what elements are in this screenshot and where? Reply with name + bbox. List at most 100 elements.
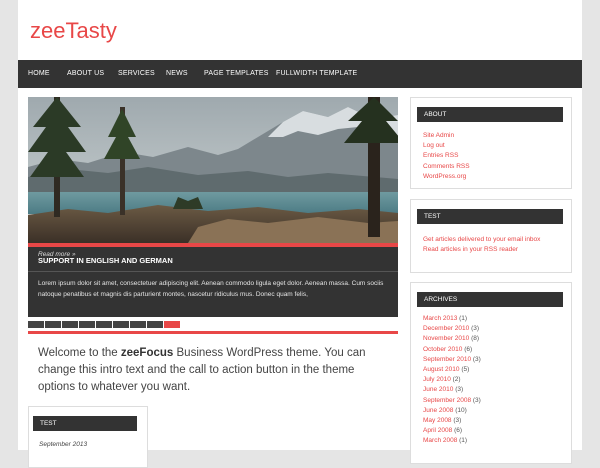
archive-item[interactable]: May 2008 (3) (423, 416, 481, 426)
nav-item-fullwidth-template[interactable]: FULLWIDTH TEMPLATE (276, 60, 357, 88)
subscribe-link[interactable]: Get articles delivered to your email inb… (423, 235, 540, 245)
archive-post-count: (3) (455, 386, 464, 394)
main-navigation: HOME ABOUT US SERVICES NEWS PAGE TEMPLAT… (18, 60, 582, 88)
archive-item[interactable]: April 2008 (6) (423, 426, 481, 436)
about-link[interactable]: Comments RSS (423, 162, 470, 172)
archive-post-count: (3) (453, 417, 462, 425)
archive-month-link[interactable]: April 2008 (423, 427, 452, 434)
archive-post-count: (5) (461, 366, 470, 374)
subscribe-links-list: Get articles delivered to your email inb… (423, 235, 540, 255)
link-site-admin[interactable]: Site Admin (423, 132, 454, 139)
slider-landscape-image[interactable] (28, 97, 398, 243)
archive-item[interactable]: September 2010 (3) (423, 355, 481, 365)
archive-item[interactable]: December 2010 (3) (423, 324, 481, 334)
archive-post-count: (6) (454, 427, 463, 435)
archive-item[interactable]: November 2010 (8) (423, 334, 481, 344)
test-widget-sidebar: TEST Get articles delivered to your emai… (410, 199, 572, 273)
slider-pager-dot[interactable] (113, 321, 129, 328)
archive-month-link[interactable]: June 2008 (423, 407, 453, 414)
archive-month-link[interactable]: September 2008 (423, 397, 471, 404)
archive-month-link[interactable]: March 2008 (423, 437, 457, 444)
slider-bottom-accent-bar (28, 331, 398, 334)
archive-month-link[interactable]: September 2010 (423, 356, 471, 363)
slider-caption-text: Lorem ipsum dolor sit amet, consectetuer… (38, 280, 384, 298)
nav-item-about-us[interactable]: ABOUT US (67, 60, 104, 88)
slider-pager-dot[interactable] (28, 321, 44, 328)
link-log-out[interactable]: Log out (423, 142, 445, 149)
archive-post-count: (6) (464, 345, 473, 353)
slider-pager (28, 321, 398, 328)
about-link[interactable]: Entries RSS (423, 151, 470, 161)
archive-month-link[interactable]: June 2010 (423, 386, 453, 393)
slider-pager-dot[interactable] (164, 321, 180, 328)
test-widget-title-bar: TEST (33, 416, 137, 431)
archive-month-link[interactable]: July 2010 (423, 376, 451, 383)
about-links-list: Site Admin Log out Entries RSS Comments … (423, 131, 470, 182)
archive-post-count: (2) (452, 376, 461, 384)
test-sidebar-title: TEST (424, 213, 441, 220)
test-widget-date: September 2013 (39, 441, 88, 448)
right-page-background (582, 0, 600, 450)
archive-month-link[interactable]: December 2010 (423, 325, 469, 332)
about-widget-title-bar: ABOUT (417, 107, 563, 122)
slider-caption: SUPPORT IN ENGLISH AND GERMAN Lorem ipsu… (28, 247, 398, 317)
about-link[interactable]: Site Admin (423, 131, 470, 141)
archive-item[interactable]: August 2010 (5) (423, 365, 481, 375)
archive-month-link[interactable]: March 2013 (423, 315, 457, 322)
test-widget-main: TEST September 2013 (28, 406, 148, 468)
link-wordpress-org[interactable]: WordPress.org (423, 173, 466, 180)
intro-text: Welcome to the zeeFocus Business WordPre… (38, 345, 383, 396)
nav-item-page-templates[interactable]: PAGE TEMPLATES (204, 60, 269, 88)
archive-month-link[interactable]: November 2010 (423, 335, 469, 342)
slider-pager-dot[interactable] (62, 321, 78, 328)
subscribe-link[interactable]: Read articles in your RSS reader (423, 245, 540, 255)
archives-widget-title-bar: ARCHIVES (417, 292, 563, 307)
archive-post-count: (3) (472, 396, 481, 404)
intro-brand-name: zeeFocus (120, 347, 174, 359)
test-sidebar-title-bar: TEST (417, 209, 563, 224)
archive-month-link[interactable]: October 2010 (423, 346, 462, 353)
caption-divider (28, 271, 398, 272)
link-comments-rss[interactable]: Comments RSS (423, 163, 470, 170)
slider-pager-dot[interactable] (45, 321, 61, 328)
archive-month-link[interactable]: May 2008 (423, 417, 452, 424)
left-page-background (0, 0, 18, 450)
archive-item[interactable]: July 2010 (2) (423, 375, 481, 385)
archive-item[interactable]: September 2008 (3) (423, 396, 481, 406)
nav-item-news[interactable]: NEWS (166, 60, 188, 88)
about-link[interactable]: WordPress.org (423, 172, 470, 182)
nav-item-home[interactable]: HOME (28, 60, 50, 88)
archive-post-count: (3) (472, 355, 481, 363)
archive-month-link[interactable]: August 2010 (423, 366, 460, 373)
archive-item[interactable]: March 2013 (1) (423, 314, 481, 324)
archive-post-count: (3) (471, 325, 480, 333)
read-more-link[interactable]: Read more » (38, 251, 76, 258)
archive-post-count: (1) (459, 315, 468, 322)
archive-post-count: (1) (459, 437, 468, 445)
link-rss-subscribe[interactable]: Read articles in your RSS reader (423, 246, 518, 253)
link-entries-rss[interactable]: Entries RSS (423, 152, 458, 159)
about-widget: ABOUT Site Admin Log out Entries RSS Com… (410, 97, 572, 189)
slider-pager-dot[interactable] (147, 321, 163, 328)
archive-post-count: (10) (455, 406, 467, 414)
archives-list: March 2013 (1) December 2010 (3) November … (423, 314, 481, 447)
archive-item[interactable]: June 2008 (10) (423, 406, 481, 416)
site-title[interactable]: zeeTasty (30, 18, 117, 44)
archives-widget: ARCHIVES March 2013 (1) December 2010 (3)… (410, 282, 572, 464)
featured-slider: SUPPORT IN ENGLISH AND GERMAN Lorem ipsu… (28, 97, 398, 334)
link-email-subscribe[interactable]: Get articles delivered to your email inb… (423, 236, 540, 243)
slider-pager-dot[interactable] (130, 321, 146, 328)
about-widget-title: ABOUT (424, 111, 447, 118)
slider-pager-dot[interactable] (79, 321, 95, 328)
archive-post-count: (8) (471, 335, 480, 343)
slider-pager-dot[interactable] (96, 321, 112, 328)
nav-item-services[interactable]: SERVICES (118, 60, 155, 88)
archives-widget-title: ARCHIVES (424, 296, 458, 303)
about-link[interactable]: Log out (423, 141, 470, 151)
test-widget-title: TEST (40, 420, 57, 427)
archive-item[interactable]: October 2010 (6) (423, 345, 481, 355)
intro-text-before: Welcome to the (38, 347, 121, 359)
archive-item[interactable]: March 2008 (1) (423, 436, 481, 446)
page-container: zeeTasty HOME ABOUT US SERVICES NEWS PAG… (18, 0, 582, 468)
archive-item[interactable]: June 2010 (3) (423, 385, 481, 395)
